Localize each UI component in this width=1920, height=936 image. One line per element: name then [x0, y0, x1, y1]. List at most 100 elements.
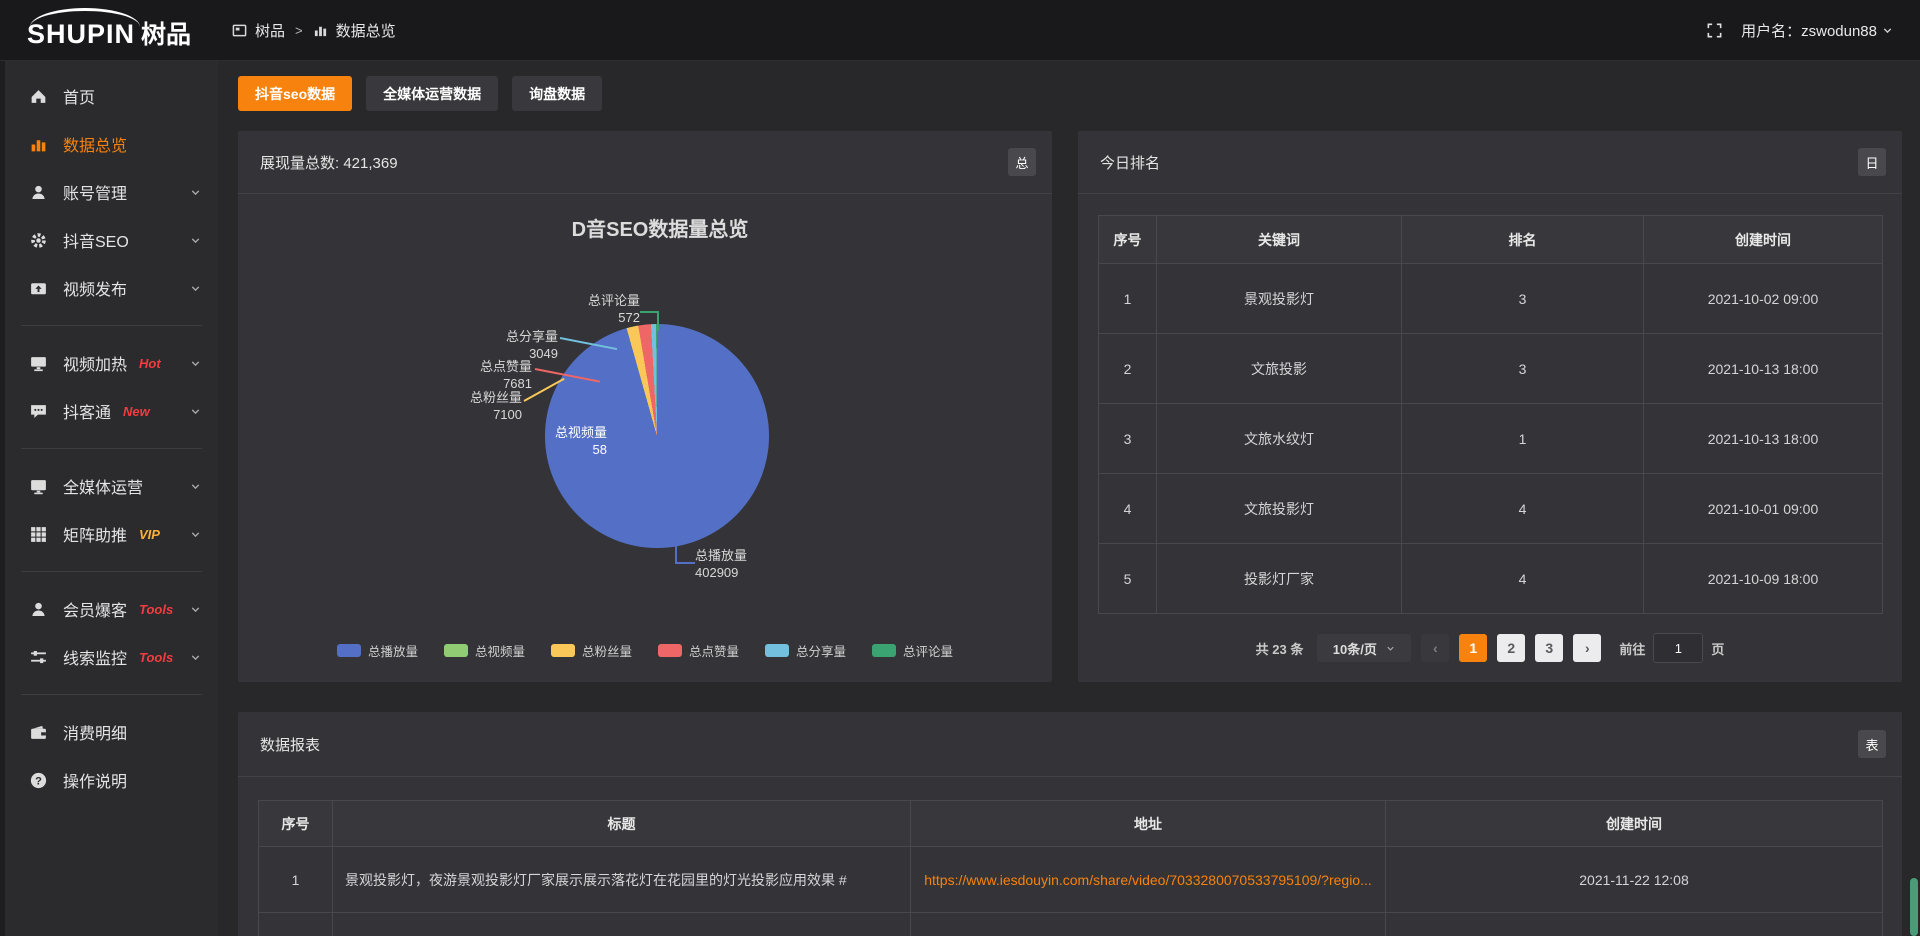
legend-item-总分享量[interactable]: 总分享量: [765, 641, 846, 660]
legend-label: 总视频量: [475, 641, 525, 660]
pie-label-videos: 总视频量 58: [555, 424, 607, 458]
next-page-button[interactable]: ›: [1573, 634, 1601, 662]
report-panel-title: 数据报表: [260, 734, 320, 755]
fullscreen-icon[interactable]: [1706, 22, 1723, 39]
breadcrumb: 树品 > 数据总览: [232, 20, 396, 41]
sidebar-item-label: 会员爆客: [63, 597, 127, 621]
sidebar-item-会员爆客[interactable]: 会员爆客Tools: [5, 585, 218, 633]
legend-label: 总分享量: [796, 641, 846, 660]
sidebar-item-全媒体运营[interactable]: 全媒体运营: [5, 462, 218, 510]
legend-swatch: [765, 644, 789, 657]
tab-全媒体运营数据[interactable]: 全媒体运营数据: [366, 76, 498, 111]
chevron-down-icon: [189, 186, 202, 199]
user-icon: [29, 183, 48, 202]
monitor-hot-icon: [29, 354, 48, 373]
legend-item-总播放量[interactable]: 总播放量: [337, 641, 418, 660]
sidebar-item-首页[interactable]: 首页: [5, 72, 218, 120]
main-content: 抖音seo数据全媒体运营数据询盘数据 展现量总数: 421,369 总 D音SE…: [218, 60, 1920, 936]
page-button-2[interactable]: 2: [1497, 634, 1525, 662]
sidebar-item-label: 首页: [63, 84, 95, 108]
chevron-down-icon: [189, 603, 202, 616]
pie-legend: 总播放量 总视频量 总粉丝量 总点赞量 总分享量 总评论量: [238, 641, 1052, 660]
sidebar-divider: [21, 448, 202, 449]
sidebar-item-数据总览[interactable]: 数据总览: [5, 120, 218, 168]
impressions-total: 展现量总数: 421,369: [260, 152, 398, 173]
prev-page-button[interactable]: ‹: [1421, 634, 1449, 662]
impressions-panel: 展现量总数: 421,369 总 D音SEO数据量总览 总评论量 572 总分享…: [238, 131, 1052, 682]
legend-item-总视频量[interactable]: 总视频量: [444, 641, 525, 660]
sidebar-item-视频加热[interactable]: 视频加热Hot: [5, 339, 218, 387]
table-row-partial: [259, 913, 1883, 936]
scrollbar-thumb[interactable]: [1910, 878, 1918, 936]
column-header: 排名: [1402, 216, 1644, 264]
table-row: 3文旅水纹灯12021-10-13 18:00: [1099, 404, 1883, 474]
ranking-panel-header: 今日排名 日: [1078, 131, 1902, 194]
column-header: 创建时间: [1644, 216, 1883, 264]
table-cell: 2021-10-13 18:00: [1644, 334, 1883, 404]
legend-item-总点赞量[interactable]: 总点赞量: [658, 641, 739, 660]
tab-bar: 抖音seo数据全媒体运营数据询盘数据: [238, 76, 602, 111]
sidebar-item-视频发布[interactable]: 视频发布: [5, 264, 218, 312]
goto-page: 前往 页: [1619, 633, 1724, 663]
pie-chart-title: D音SEO数据量总览: [268, 213, 1052, 242]
pie-label-likes: 总点赞量 7681: [480, 358, 532, 392]
tab-询盘数据[interactable]: 询盘数据: [512, 76, 602, 111]
goto-page-input[interactable]: [1653, 633, 1703, 663]
legend-swatch: [658, 644, 682, 657]
sidebar-item-label: 视频加热: [63, 351, 127, 375]
legend-item-总粉丝量[interactable]: 总粉丝量: [551, 641, 632, 660]
sidebar-item-label: 消费明细: [63, 720, 127, 744]
column-header: 标题: [333, 801, 911, 847]
tab-抖音seo数据[interactable]: 抖音seo数据: [238, 76, 352, 111]
sidebar-item-账号管理[interactable]: 账号管理: [5, 168, 218, 216]
legend-label: 总粉丝量: [582, 641, 632, 660]
legend-swatch: [551, 644, 575, 657]
sidebar-item-label: 视频发布: [63, 276, 127, 300]
sidebar-item-label: 抖客通: [63, 399, 111, 423]
column-header: 地址: [911, 801, 1386, 847]
badge-new: New: [123, 404, 150, 419]
question-icon: ?: [29, 771, 48, 790]
pie-label-plays: 总播放量 402909: [695, 547, 747, 581]
page-size-select[interactable]: 10条/页: [1317, 634, 1411, 662]
sidebar-item-抖客通[interactable]: 抖客通 New: [5, 387, 218, 435]
table-cell: 2021-10-01 09:00: [1644, 474, 1883, 544]
app-root: SHUPIN 树品 树品 > 数据总览 用户名：zswodun88: [0, 0, 1920, 936]
goto-unit: 页: [1711, 639, 1724, 658]
ranking-table: 序号关键词排名创建时间1景观投影灯32021-10-02 09:002文旅投影3…: [1098, 215, 1883, 614]
logo-text-cn: 树品: [141, 23, 191, 60]
sidebar-item-线索监控[interactable]: 线索监控Tools: [5, 633, 218, 681]
monitor-icon: [29, 477, 48, 496]
sidebar-item-矩阵助推[interactable]: 矩阵助推VIP: [5, 510, 218, 558]
table-cell: [333, 913, 911, 936]
legend-item-总评论量[interactable]: 总评论量: [872, 641, 953, 660]
sidebar-item-消费明细[interactable]: 消费明细: [5, 708, 218, 756]
table-cell: 景观投影灯，夜游景观投影灯厂家展示展示落花灯在花园里的灯光投影应用效果 #: [333, 847, 911, 913]
table-view-button[interactable]: 表: [1858, 730, 1886, 758]
chat-icon: [29, 402, 48, 421]
legend-label: 总评论量: [903, 641, 953, 660]
grid-icon: [29, 525, 48, 544]
user-menu[interactable]: 用户名：zswodun88: [1741, 20, 1894, 41]
table-cell: 2021-10-02 09:00: [1644, 264, 1883, 334]
daily-view-button[interactable]: 日: [1858, 148, 1886, 176]
sidebar-item-抖音SEO[interactable]: 抖音SEO: [5, 216, 218, 264]
legend-label: 总播放量: [368, 641, 418, 660]
table-row: 5投影灯厂家42021-10-09 18:00: [1099, 544, 1883, 614]
table-cell: 文旅水纹灯: [1157, 404, 1402, 474]
badge-vip: VIP: [139, 527, 160, 542]
badge-tools: Tools: [139, 650, 173, 665]
goto-label: 前往: [1619, 639, 1645, 658]
page-button-1[interactable]: 1: [1459, 634, 1487, 662]
table-cell: 4: [1402, 474, 1644, 544]
logo-arc: [30, 8, 140, 27]
column-header: 序号: [1099, 216, 1157, 264]
page-button-3[interactable]: 3: [1535, 634, 1563, 662]
video-link[interactable]: https://www.iesdouyin.com/share/video/70…: [911, 847, 1386, 913]
total-view-button[interactable]: 总: [1008, 148, 1036, 176]
breadcrumb-item-home[interactable]: 树品: [255, 20, 285, 41]
sidebar-item-操作说明[interactable]: ?操作说明: [5, 756, 218, 804]
legend-label: 总点赞量: [689, 641, 739, 660]
table-cell: 文旅投影: [1157, 334, 1402, 404]
table-row: 4文旅投影灯42021-10-01 09:00: [1099, 474, 1883, 544]
